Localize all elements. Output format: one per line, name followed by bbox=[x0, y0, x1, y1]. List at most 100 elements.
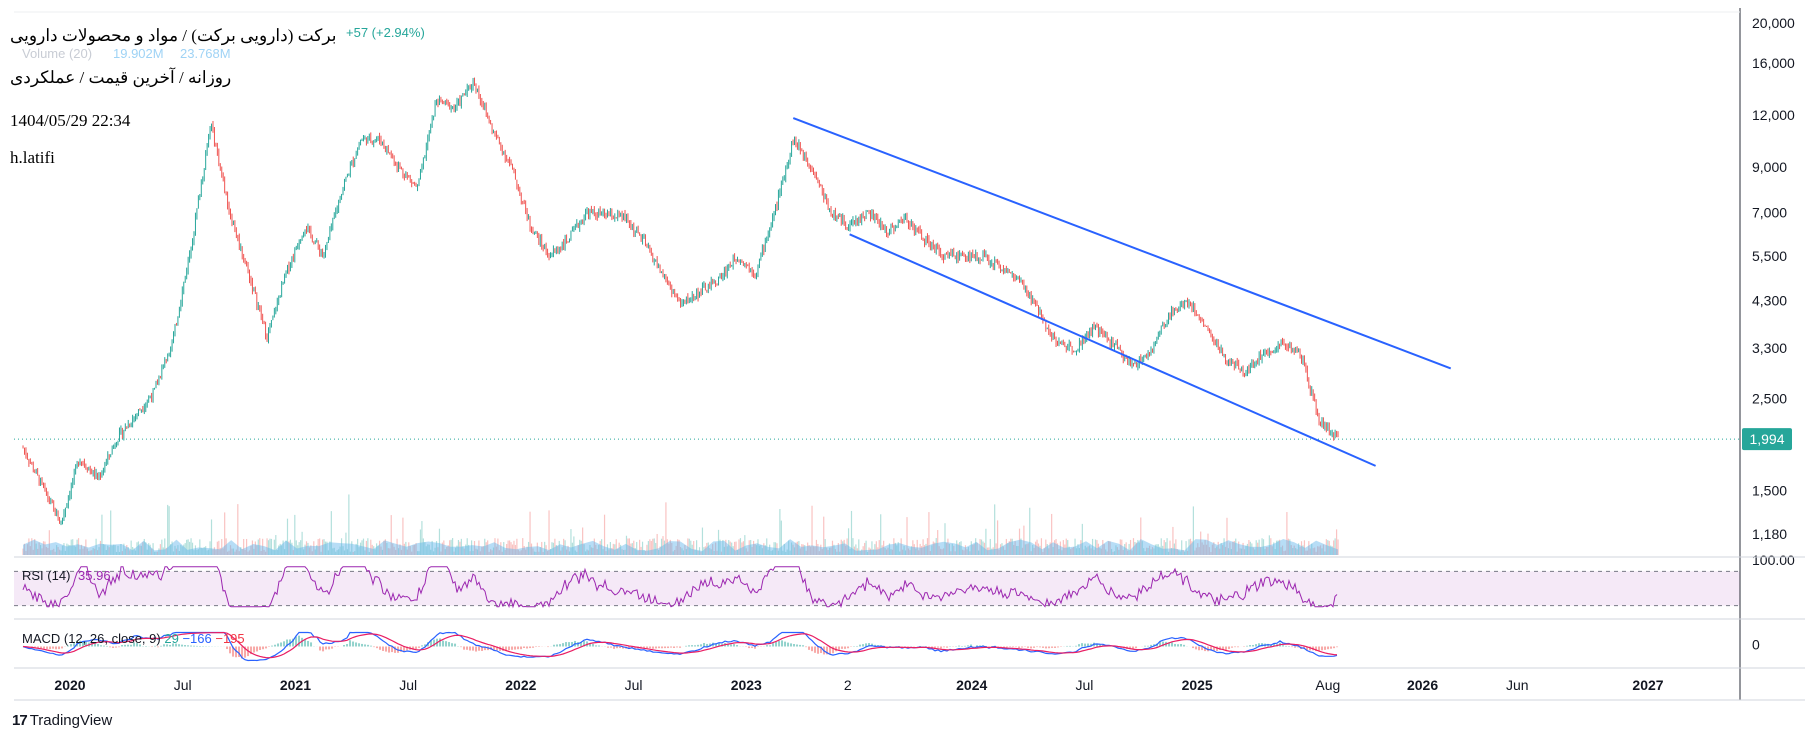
macd-histogram-bar bbox=[343, 645, 346, 647]
macd-histogram-bar bbox=[1195, 646, 1198, 650]
macd-histogram-bar bbox=[535, 646, 538, 648]
macd-histogram-bar bbox=[55, 646, 58, 650]
macd-histogram-bar bbox=[388, 646, 391, 653]
volume-bar bbox=[548, 510, 550, 555]
price-tick-label: 12,000 bbox=[1752, 107, 1795, 123]
macd-histogram-bar bbox=[796, 644, 799, 647]
price-tick-label: 9,000 bbox=[1752, 159, 1787, 175]
macd-histogram-bar bbox=[322, 646, 325, 652]
macd-histogram-bar bbox=[523, 646, 526, 648]
macd-histogram-bar bbox=[277, 643, 280, 647]
macd-histogram-bar bbox=[151, 646, 154, 648]
macd-histogram-bar bbox=[694, 645, 697, 647]
macd-histogram-bar bbox=[697, 644, 700, 647]
macd-histogram-bar bbox=[310, 642, 313, 647]
macd-histogram-bar bbox=[238, 646, 241, 657]
macd-histogram-bar bbox=[415, 646, 418, 650]
macd-histogram-bar bbox=[736, 645, 739, 647]
macd-histogram-bar bbox=[859, 644, 862, 647]
price-tick-label: 3,300 bbox=[1752, 340, 1787, 356]
price-chart[interactable]: 20,000 16,000 12,000 9,000 7,000 5,500 4,300 3,… bbox=[0, 0, 1816, 743]
macd-histogram-bar bbox=[256, 646, 259, 652]
macd-histogram-bar bbox=[382, 646, 385, 651]
macd-histogram-bar bbox=[1144, 645, 1147, 647]
price-tick-label: 1,180 bbox=[1752, 526, 1787, 542]
macd-histogram-bar bbox=[1042, 646, 1045, 648]
macd-histogram-bar bbox=[1135, 646, 1138, 649]
price-tick-label: 4,300 bbox=[1752, 292, 1787, 308]
macd-histogram-bar bbox=[58, 646, 61, 650]
macd-histogram-bar bbox=[676, 646, 679, 648]
macd-histogram-bar bbox=[274, 644, 277, 647]
macd-histogram-bar bbox=[808, 646, 811, 650]
macd-histogram-bar bbox=[1228, 646, 1231, 650]
macd-histogram-bar bbox=[619, 646, 622, 649]
macd-histogram-bar bbox=[655, 646, 658, 649]
macd-histogram-bar bbox=[469, 646, 472, 651]
macd-signal-value: −195 bbox=[215, 631, 245, 646]
macd-histogram-bar bbox=[1054, 646, 1057, 648]
macd-tick-label: 0 bbox=[1752, 637, 1760, 653]
macd-histogram-bar bbox=[1177, 644, 1180, 647]
tradingview-logo[interactable]: 17 TradingView bbox=[12, 712, 112, 729]
macd-histogram-bar bbox=[1030, 646, 1033, 649]
macd-histogram-bar bbox=[937, 646, 940, 648]
macd-histogram-bar bbox=[1009, 646, 1012, 648]
macd-histogram-bar bbox=[118, 646, 121, 648]
macd-histogram-bar bbox=[1234, 646, 1237, 648]
macd-histogram-bar bbox=[1012, 646, 1015, 648]
macd-histogram-bar bbox=[847, 646, 850, 649]
macd-histogram-bar bbox=[352, 641, 355, 647]
macd-histogram-bar bbox=[532, 646, 535, 648]
macd-histogram-bar bbox=[526, 646, 529, 649]
macd-histogram-bar bbox=[1051, 646, 1054, 648]
rsi-value: 35.96 bbox=[78, 568, 111, 583]
time-tick-label: Jul bbox=[625, 677, 643, 693]
macd-histogram-bar bbox=[421, 645, 424, 647]
macd-histogram-bar bbox=[967, 645, 970, 647]
time-tick-label: 2025 bbox=[1182, 677, 1213, 693]
macd-histogram-bar bbox=[463, 646, 466, 650]
macd-histogram-bar bbox=[115, 646, 118, 648]
macd-histogram-bar bbox=[229, 646, 232, 654]
macd-histogram-bar bbox=[661, 646, 664, 649]
macd-histogram-bar bbox=[262, 646, 265, 650]
macd-histogram-bar bbox=[814, 646, 817, 653]
macd-histogram-bar bbox=[157, 646, 160, 648]
macd-histogram-bar bbox=[733, 644, 736, 647]
price-tick-label: 20,000 bbox=[1752, 15, 1795, 31]
rsi-pane bbox=[14, 566, 1740, 609]
macd-histogram-bar bbox=[319, 646, 322, 651]
macd-histogram-bar bbox=[1018, 646, 1021, 649]
macd-histogram-bar bbox=[616, 646, 619, 649]
macd-histogram-bar bbox=[700, 644, 703, 647]
macd-histogram-bar bbox=[1021, 646, 1024, 648]
macd-histogram-bar bbox=[799, 644, 802, 647]
macd-histogram-bar bbox=[1171, 642, 1174, 647]
price-tick-label: 1,500 bbox=[1752, 483, 1787, 499]
macd-histogram-bar bbox=[1246, 645, 1249, 647]
macd-histogram-bar bbox=[1291, 646, 1294, 648]
macd-histogram-bar bbox=[1321, 646, 1324, 651]
macd-histogram-bar bbox=[556, 644, 559, 647]
macd-histogram-bar bbox=[1150, 644, 1153, 647]
time-tick-label: 2021 bbox=[280, 677, 311, 693]
volume-label: Volume (20) bbox=[22, 46, 93, 61]
time-tick-label: Jul bbox=[399, 677, 417, 693]
macd-histogram-bar bbox=[652, 646, 655, 649]
macd-histogram-bar bbox=[472, 646, 475, 651]
macd-histogram-bar bbox=[1225, 646, 1228, 650]
macd-histogram-bar bbox=[448, 642, 451, 647]
macd-histogram-bar bbox=[1330, 646, 1333, 649]
macd-histogram-bar bbox=[1183, 644, 1186, 647]
rsi-legend[interactable]: RSI (14) 35.96 bbox=[22, 568, 111, 583]
time-tick-label: 2 bbox=[844, 677, 852, 693]
macd-legend[interactable]: MACD (12, 26, close, 9) 29 −166 −195 bbox=[22, 631, 245, 646]
volume-bar bbox=[994, 504, 996, 555]
macd-histogram-bar bbox=[1078, 644, 1081, 647]
macd-histogram-bar bbox=[1336, 646, 1339, 648]
macd-histogram-bar bbox=[784, 641, 787, 647]
macd-histogram-bar bbox=[61, 646, 64, 649]
macd-histogram-bar bbox=[1231, 646, 1234, 648]
macd-histogram-bar bbox=[226, 646, 229, 650]
